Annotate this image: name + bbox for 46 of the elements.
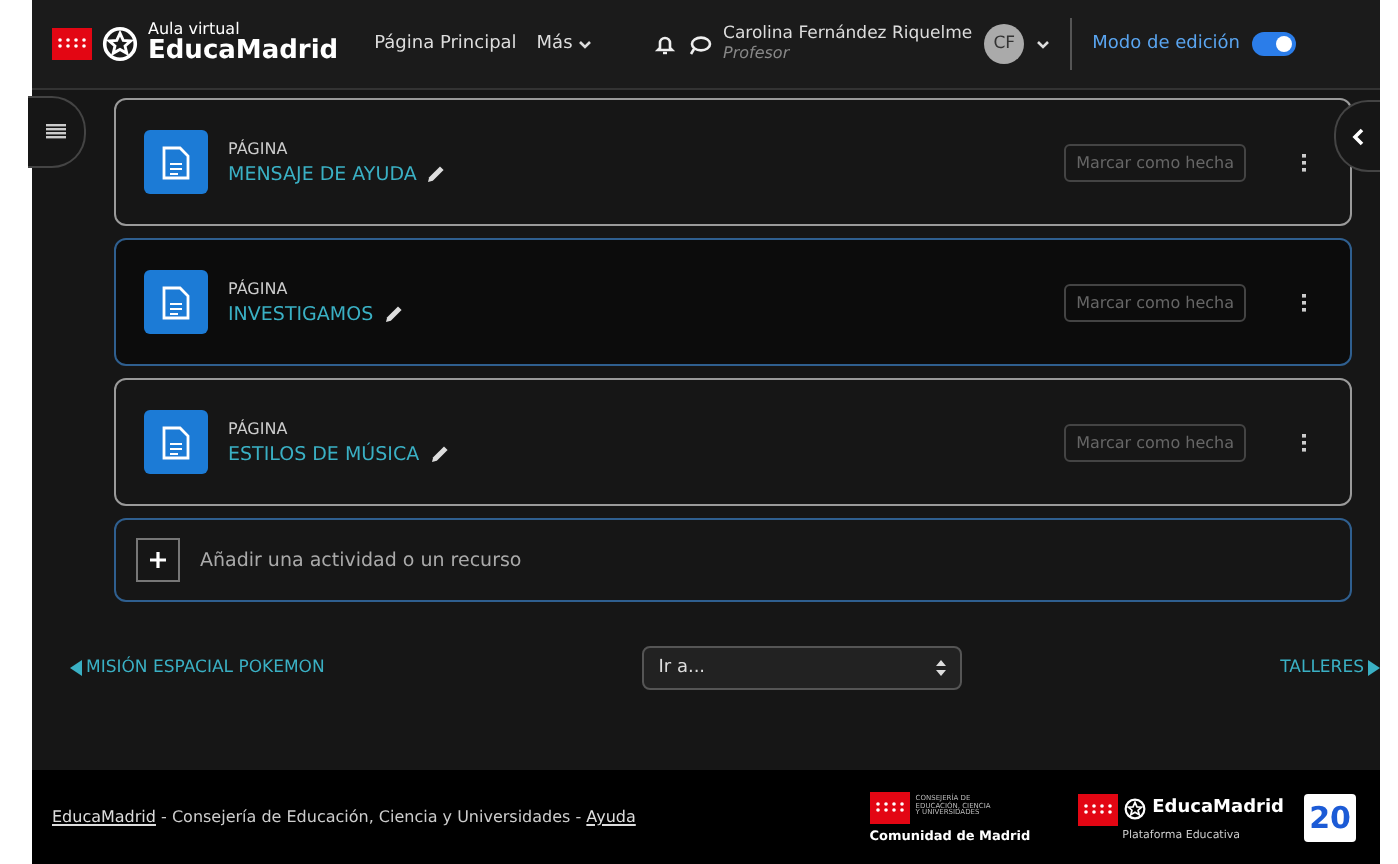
footer-text: EducaMadrid - Consejería de Educación, Ciencia y Universidades - Ayuda [52, 808, 638, 826]
educamadrid-link[interactable]: EducaMadrid [52, 808, 156, 826]
anniversary-badge: 20 [1304, 793, 1356, 841]
activity-link[interactable]: INVESTIGAMOS [228, 303, 374, 325]
brand-subtitle: Aula virtual [148, 21, 242, 38]
flag-icon [869, 791, 910, 823]
page-icon [144, 410, 208, 474]
flag-icon [1078, 793, 1119, 825]
nav-link[interactable]: Más [536, 34, 593, 54]
page-icon [144, 270, 208, 334]
chevron-down-icon[interactable] [1036, 39, 1051, 49]
course-index-button[interactable] [28, 96, 86, 168]
pencil-icon[interactable] [426, 164, 447, 184]
activity-link[interactable]: MENSAJE DE AYUDA [228, 163, 417, 185]
page-icon [144, 130, 208, 194]
edit-mode-toggle[interactable] [1252, 32, 1296, 56]
chevron-left-icon [1352, 127, 1364, 145]
logo-title: EducaMadrid [1152, 799, 1284, 819]
activity-type: PÁGINA [228, 139, 290, 157]
next-section-link[interactable]: TALLERES [1280, 658, 1380, 678]
triangle-right-icon [1367, 660, 1380, 676]
list-icon [46, 124, 66, 140]
triangle-left-icon [70, 660, 82, 676]
chat-bubble-icon[interactable] [687, 33, 712, 55]
activity-link[interactable]: ESTILOS DE MÚSICA [228, 443, 420, 465]
plus-icon [136, 538, 180, 582]
activity-type: PÁGINA [228, 419, 290, 437]
user-name: Carolina Fernández Riquelme [723, 25, 973, 45]
star-logo-icon [102, 26, 138, 62]
edit-mode-label: Modo de edición [1092, 34, 1240, 54]
brand-name: EducaMadrid [148, 38, 339, 67]
add-activity-button[interactable]: Añadir una actividad o un recurso [114, 518, 1352, 602]
user-avatar[interactable]: CF [984, 24, 1025, 64]
bell-icon[interactable] [653, 33, 676, 55]
chevron-down-icon [578, 39, 593, 49]
nav-link[interactable]: Página Principal [374, 34, 517, 54]
pencil-icon[interactable] [429, 444, 450, 464]
sort-arrows-icon [936, 660, 947, 676]
star-logo-icon [1124, 798, 1147, 820]
help-link[interactable]: Ayuda [586, 808, 636, 826]
jump-to-select[interactable]: Ir a... [642, 646, 963, 690]
activity-type: PÁGINA [228, 279, 290, 297]
flag-icon [52, 28, 92, 60]
user-role: Profesor [723, 44, 792, 63]
pencil-icon[interactable] [383, 304, 404, 324]
previous-section-link[interactable]: MISIÓN ESPACIAL POKEMON [70, 658, 325, 678]
